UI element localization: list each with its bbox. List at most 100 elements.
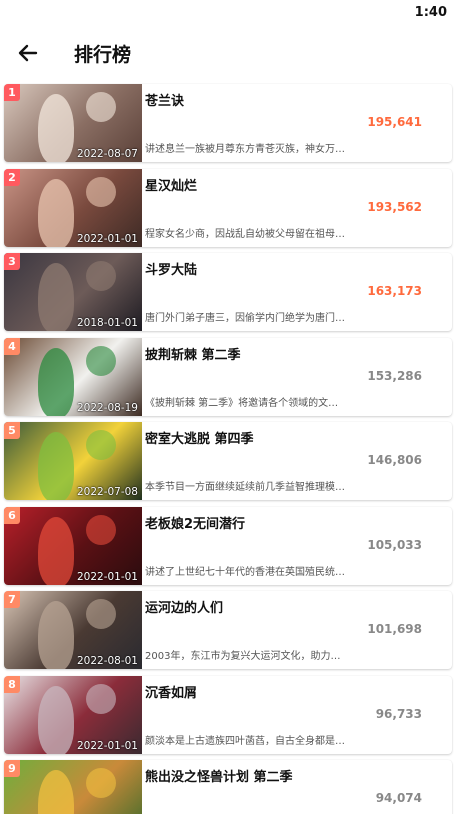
poster-figure bbox=[38, 685, 74, 754]
view-count: 153,286 bbox=[367, 368, 422, 383]
item-title: 运河边的人们 bbox=[145, 601, 224, 616]
poster-figure bbox=[86, 430, 116, 460]
poster-thumbnail[interactable]: 5 2022-07-08 bbox=[4, 422, 142, 500]
release-date: 2018-01-01 bbox=[76, 317, 138, 329]
item-title: 沉香如屑 bbox=[145, 685, 198, 701]
poster-thumbnail[interactable]: 4 2022-08-19 bbox=[4, 337, 142, 416]
list-item: 6 2022-01-01 老板娘2无间潜行 105,033 讲述了上世纪七十年代… bbox=[0, 506, 457, 592]
status-bar: 1:40 bbox=[0, 0, 457, 26]
ranking-card[interactable]: 6 2022-01-01 老板娘2无间潜行 105,033 讲述了上世纪七十年代… bbox=[4, 506, 452, 585]
release-date: 2022-01-01 bbox=[76, 739, 138, 752]
rank-badge: 8 bbox=[4, 675, 20, 693]
rank-badge: 1 bbox=[4, 84, 20, 101]
item-info: 披荆斩棘 第二季 153,286 《披荆斩棘 第二季》将邀请各个领域的文… bbox=[145, 338, 446, 416]
poster-figure bbox=[38, 432, 74, 500]
poster-figure bbox=[86, 683, 116, 714]
item-title: 披荆斩棘 第二季 bbox=[145, 347, 241, 363]
release-date: 2022-08-01 bbox=[76, 655, 138, 667]
item-title: 密室大逃脱 第四季 bbox=[145, 432, 254, 447]
poster-figure bbox=[38, 263, 74, 331]
poster-figure bbox=[38, 347, 74, 416]
view-count: 105,033 bbox=[367, 537, 422, 552]
item-description: 讲述息兰一族被月尊东方青苍灭族，神女万… bbox=[145, 144, 345, 155]
ranking-card[interactable]: 5 2022-07-08 密室大逃脱 第四季 146,806 本季节目一方面继续… bbox=[4, 422, 452, 500]
item-info: 熊出没之怪兽计划 第二季 94,074 bbox=[145, 760, 446, 814]
rank-badge: 3 bbox=[4, 253, 20, 270]
status-time: 1:40 bbox=[414, 5, 447, 20]
poster-figure bbox=[86, 345, 116, 376]
list-item: 5 2022-07-08 密室大逃脱 第四季 146,806 本季节目一方面继续… bbox=[0, 422, 457, 507]
poster-thumbnail[interactable]: 7 2022-08-01 bbox=[4, 591, 142, 669]
rank-badge: 2 bbox=[4, 168, 20, 186]
view-count: 163,173 bbox=[367, 284, 422, 298]
item-description: 《披荆斩棘 第二季》将邀请各个领域的文… bbox=[145, 397, 339, 409]
item-title: 苍兰诀 bbox=[145, 94, 185, 109]
item-title: 熊出没之怪兽计划 第二季 bbox=[145, 770, 293, 785]
release-date: 2022-08-07 bbox=[76, 148, 138, 160]
rank-badge: 9 bbox=[4, 760, 20, 777]
ranking-card[interactable]: 4 2022-08-19 披荆斩棘 第二季 153,286 《披荆斩棘 第二季》… bbox=[4, 337, 452, 416]
rank-badge: 5 bbox=[4, 422, 20, 439]
poster-thumbnail[interactable]: 9 bbox=[4, 760, 142, 814]
item-description: 程家女名少商，因战乱自幼被父母留在祖母… bbox=[145, 228, 345, 240]
list-item: 1 2022-08-07 苍兰诀 195,641 讲述息兰一族被月尊东方青苍灭族… bbox=[0, 84, 457, 169]
release-date: 2022-07-08 bbox=[76, 486, 138, 498]
ranking-card[interactable]: 8 2022-01-01 沉香如屑 96,733 颜淡本是上古遗族四叶菡萏，自古… bbox=[4, 675, 452, 754]
item-info: 斗罗大陆 163,173 唐门外门弟子唐三，因偷学内门绝学为唐门… bbox=[145, 253, 446, 331]
back-button[interactable] bbox=[14, 39, 42, 67]
poster-thumbnail[interactable]: 2 2022-01-01 bbox=[4, 168, 142, 247]
list-item: 2 2022-01-01 星汉灿烂 193,562 程家女名少商，因战乱自幼被父… bbox=[0, 168, 457, 254]
page-title: 排行榜 bbox=[74, 44, 132, 66]
view-count: 96,733 bbox=[375, 706, 422, 721]
arrow-left-icon bbox=[18, 44, 38, 62]
list-item: 4 2022-08-19 披荆斩棘 第二季 153,286 《披荆斩棘 第二季》… bbox=[0, 337, 457, 423]
poster-figure bbox=[86, 599, 116, 629]
poster-thumbnail[interactable]: 6 2022-01-01 bbox=[4, 506, 142, 585]
rank-badge: 6 bbox=[4, 506, 20, 524]
poster-figure bbox=[38, 178, 74, 247]
item-info: 密室大逃脱 第四季 146,806 本季节目一方面继续延续前几季益智推理模… bbox=[145, 422, 446, 500]
item-title: 老板娘2无间潜行 bbox=[145, 516, 246, 532]
ranking-card[interactable]: 9 熊出没之怪兽计划 第二季 94,074 bbox=[4, 760, 452, 814]
item-description: 唐门外门弟子唐三，因偷学内门绝学为唐门… bbox=[145, 313, 345, 324]
view-count: 101,698 bbox=[367, 622, 422, 636]
ranking-list: 1 2022-08-07 苍兰诀 195,641 讲述息兰一族被月尊东方青苍灭族… bbox=[0, 84, 457, 814]
list-item: 3 2018-01-01 斗罗大陆 163,173 唐门外门弟子唐三，因偷学内门… bbox=[0, 253, 457, 338]
poster-figure bbox=[38, 94, 74, 162]
item-title: 星汉灿烂 bbox=[145, 178, 198, 194]
poster-figure bbox=[86, 768, 116, 798]
list-item: 8 2022-01-01 沉香如屑 96,733 颜淡本是上古遗族四叶菡萏，自古… bbox=[0, 675, 457, 761]
ranking-card[interactable]: 3 2018-01-01 斗罗大陆 163,173 唐门外门弟子唐三，因偷学内门… bbox=[4, 253, 452, 331]
poster-thumbnail[interactable]: 8 2022-01-01 bbox=[4, 675, 142, 754]
poster-thumbnail[interactable]: 3 2018-01-01 bbox=[4, 253, 142, 331]
item-info: 苍兰诀 195,641 讲述息兰一族被月尊东方青苍灭族，神女万… bbox=[145, 84, 446, 162]
item-title: 斗罗大陆 bbox=[145, 263, 198, 278]
poster-figure bbox=[38, 601, 74, 669]
item-info: 运河边的人们 101,698 2003年，东江市为复兴大运河文化，助力… bbox=[145, 591, 446, 669]
release-date: 2022-08-19 bbox=[76, 401, 138, 414]
ranking-card[interactable]: 1 2022-08-07 苍兰诀 195,641 讲述息兰一族被月尊东方青苍灭族… bbox=[4, 84, 452, 162]
item-info: 老板娘2无间潜行 105,033 讲述了上世纪七十年代的香港在英国殖民统… bbox=[145, 507, 446, 585]
poster-figure bbox=[86, 261, 116, 291]
ranking-card[interactable]: 2 2022-01-01 星汉灿烂 193,562 程家女名少商，因战乱自幼被父… bbox=[4, 168, 452, 247]
item-description: 本季节目一方面继续延续前几季益智推理模… bbox=[145, 482, 345, 493]
poster-figure bbox=[86, 514, 116, 545]
view-count: 195,641 bbox=[367, 115, 422, 129]
release-date: 2022-01-01 bbox=[76, 570, 138, 583]
poster-thumbnail[interactable]: 1 2022-08-07 bbox=[4, 84, 142, 162]
poster-figure bbox=[86, 176, 116, 207]
list-item: 7 2022-08-01 运河边的人们 101,698 2003年，东江市为复兴… bbox=[0, 591, 457, 676]
release-date: 2022-01-01 bbox=[76, 232, 138, 245]
app-bar: 排行榜 bbox=[0, 26, 457, 80]
item-description: 讲述了上世纪七十年代的香港在英国殖民统… bbox=[145, 566, 345, 578]
rank-badge: 7 bbox=[4, 591, 20, 608]
list-item: 9 熊出没之怪兽计划 第二季 94,074 bbox=[0, 760, 457, 814]
poster-figure bbox=[86, 92, 116, 122]
item-info: 星汉灿烂 193,562 程家女名少商，因战乱自幼被父母留在祖母… bbox=[145, 169, 446, 247]
item-description: 颜淡本是上古遗族四叶菡萏，自古全身都是… bbox=[145, 735, 345, 747]
rank-badge: 4 bbox=[4, 337, 20, 355]
poster-figure bbox=[38, 516, 74, 585]
item-info: 沉香如屑 96,733 颜淡本是上古遗族四叶菡萏，自古全身都是… bbox=[145, 676, 446, 754]
view-count: 94,074 bbox=[375, 791, 422, 805]
ranking-card[interactable]: 7 2022-08-01 运河边的人们 101,698 2003年，东江市为复兴… bbox=[4, 591, 452, 669]
